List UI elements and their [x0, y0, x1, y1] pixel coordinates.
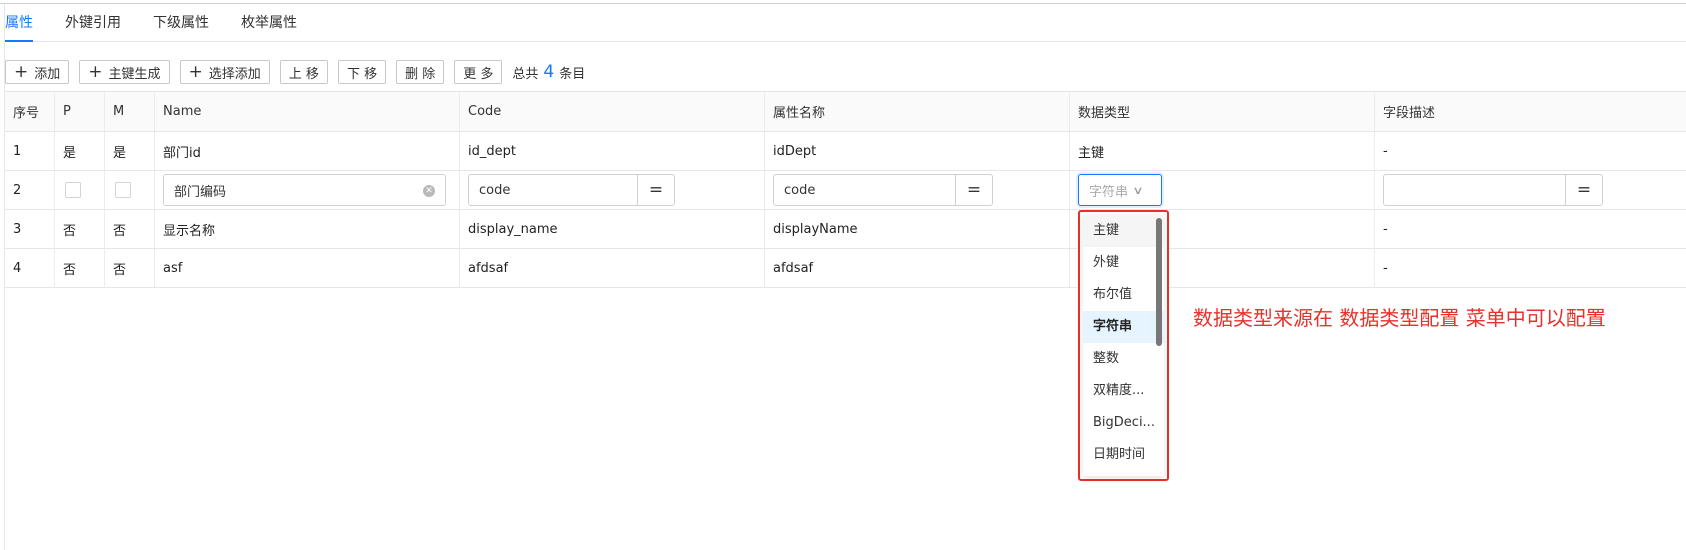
plus-icon: + [14, 61, 29, 82]
select-add-label: 选择添加 [208, 66, 261, 82]
code-input[interactable]: code [468, 174, 638, 206]
dropdown-option-datetime[interactable]: 日期时间 [1083, 439, 1164, 471]
move-up-button[interactable]: 上 移 [279, 60, 328, 84]
cell-name: asf [155, 249, 460, 287]
cell-code: id_dept [460, 132, 765, 170]
cell-description: - [1383, 221, 1388, 237]
cell-name: 部门id [155, 132, 460, 170]
cell-index: 1 [5, 132, 55, 170]
attr-name-input[interactable]: code [773, 174, 956, 206]
dropdown-scrollbar[interactable] [1156, 218, 1162, 346]
add-button[interactable]: + 添加 [5, 60, 70, 84]
tab-bar: 属性 外键引用 下级属性 枚举属性 [5, 6, 1686, 42]
cell-code: afdsaf [460, 249, 765, 287]
dropdown-option-bigdecimal[interactable]: BigDeci... [1083, 407, 1164, 439]
cell-data-type: 主键 [1070, 132, 1375, 170]
name-input[interactable]: 部门编码 ✕ [163, 174, 446, 206]
name-input-value: 部门编码 [174, 184, 227, 200]
header-code: Code [460, 92, 765, 131]
cell-data-type: 字符串 ∨ [1070, 171, 1375, 209]
code-input-group: code = [468, 174, 675, 206]
table-row[interactable]: 4 否 否 asf afdsaf afdsaf - [5, 249, 1686, 288]
cell-m: 否 [105, 210, 155, 248]
window-top-edge [0, 0, 1686, 4]
plus-icon: + [188, 61, 203, 82]
data-type-dropdown: 主键 外键 布尔值 字符串 整数 双精度... BigDeci... 日期时间 [1078, 210, 1169, 481]
cell-code: code = [460, 171, 765, 209]
total-number: 4 [543, 62, 555, 82]
cell-p: 否 [55, 249, 105, 287]
attr-equals-button[interactable]: = [956, 174, 993, 206]
header-m: M [105, 92, 155, 131]
tab-foreign-key[interactable]: 外键引用 [65, 6, 121, 42]
toolbar: + 添加 + 主键生成 + 选择添加 上 移 下 移 删 除 更 多 总共 4 … [5, 60, 585, 84]
cell-name: 显示名称 [155, 210, 460, 248]
more-button[interactable]: 更 多 [454, 60, 503, 84]
cell-attr-name: afdsaf [765, 249, 1070, 287]
code-equals-button[interactable]: = [638, 174, 675, 206]
desc-input-group: = [1383, 174, 1603, 206]
move-down-button[interactable]: 下 移 [337, 60, 387, 84]
cell-attr-name: displayName [765, 210, 1070, 248]
cell-m: 是 [105, 132, 155, 170]
tab-sub-attributes[interactable]: 下级属性 [153, 6, 209, 42]
tab-enum-attributes[interactable]: 枚举属性 [241, 6, 297, 42]
table-row[interactable]: 3 否 否 显示名称 display_name displayName - [5, 210, 1686, 249]
cell-description: - [1383, 260, 1388, 276]
attr-input-group: code = [773, 174, 993, 206]
header-data-type: 数据类型 [1070, 92, 1375, 131]
header-name: Name [155, 92, 460, 131]
delete-button[interactable]: 删 除 [396, 60, 445, 84]
cell-attr-name: code = [765, 171, 1070, 209]
pk-generate-label: 主键生成 [108, 66, 161, 82]
attr-input-value: code [784, 182, 816, 198]
dropdown-option-foreign-key[interactable]: 外键 [1083, 247, 1164, 279]
dropdown-option-boolean[interactable]: 布尔值 [1083, 279, 1164, 311]
data-type-select[interactable]: 字符串 ∨ [1078, 174, 1162, 206]
cell-p: 否 [55, 210, 105, 248]
m-checkbox[interactable] [115, 182, 131, 198]
pk-generate-button[interactable]: + 主键生成 [79, 60, 170, 84]
cell-index: 2 [5, 171, 55, 209]
header-index: 序号 [5, 92, 55, 131]
add-button-label: 添加 [34, 66, 61, 82]
tab-attributes[interactable]: 属性 [5, 6, 33, 42]
header-description: 字段描述 [1383, 106, 1436, 121]
cell-attr-name: idDept [765, 132, 1070, 170]
desc-equals-button[interactable]: = [1566, 174, 1603, 206]
cell-code: display_name [460, 210, 765, 248]
cell-name: 部门编码 ✕ [155, 171, 460, 209]
p-checkbox[interactable] [65, 182, 81, 198]
description-input[interactable] [1383, 174, 1566, 206]
cell-description: - [1383, 143, 1388, 159]
header-attr-name: 属性名称 [765, 92, 1070, 131]
cell-p: 是 [55, 132, 105, 170]
clear-icon[interactable]: ✕ [423, 185, 435, 197]
code-input-value: code [479, 182, 511, 198]
table-row[interactable]: 1 是 是 部门id id_dept idDept 主键 - [5, 132, 1686, 171]
cell-index: 3 [5, 210, 55, 248]
dropdown-option-double[interactable]: 双精度... [1083, 375, 1164, 407]
total-suffix: 条目 [559, 66, 586, 82]
attribute-table: 序号 P M Name Code 属性名称 数据类型 字段描述 1 是 是 部门… [5, 91, 1686, 288]
cell-index: 4 [5, 249, 55, 287]
dropdown-option-primary-key[interactable]: 主键 [1083, 215, 1164, 247]
plus-icon: + [88, 61, 103, 82]
cell-p [55, 171, 105, 209]
header-p: P [55, 92, 105, 131]
cell-m [105, 171, 155, 209]
dropdown-option-string[interactable]: 字符串 [1083, 311, 1164, 343]
cell-m: 否 [105, 249, 155, 287]
data-type-placeholder: 字符串 [1089, 184, 1129, 200]
annotation-note: 数据类型来源在 数据类型配置 菜单中可以配置 [1193, 306, 1606, 330]
select-add-button[interactable]: + 选择添加 [179, 60, 270, 84]
table-header: 序号 P M Name Code 属性名称 数据类型 字段描述 [5, 92, 1686, 132]
dropdown-option-integer[interactable]: 整数 [1083, 343, 1164, 375]
dropdown-list[interactable]: 主键 外键 布尔值 字符串 整数 双精度... BigDeci... 日期时间 [1083, 215, 1164, 476]
total-prefix: 总共 [512, 66, 539, 82]
total-count: 总共 4 条目 [512, 62, 585, 82]
cell-description: = [1375, 171, 1686, 209]
table-row-editing[interactable]: 2 部门编码 ✕ code = code = 字符串 ∨ = [5, 171, 1686, 210]
chevron-down-icon: ∨ [1132, 183, 1144, 197]
